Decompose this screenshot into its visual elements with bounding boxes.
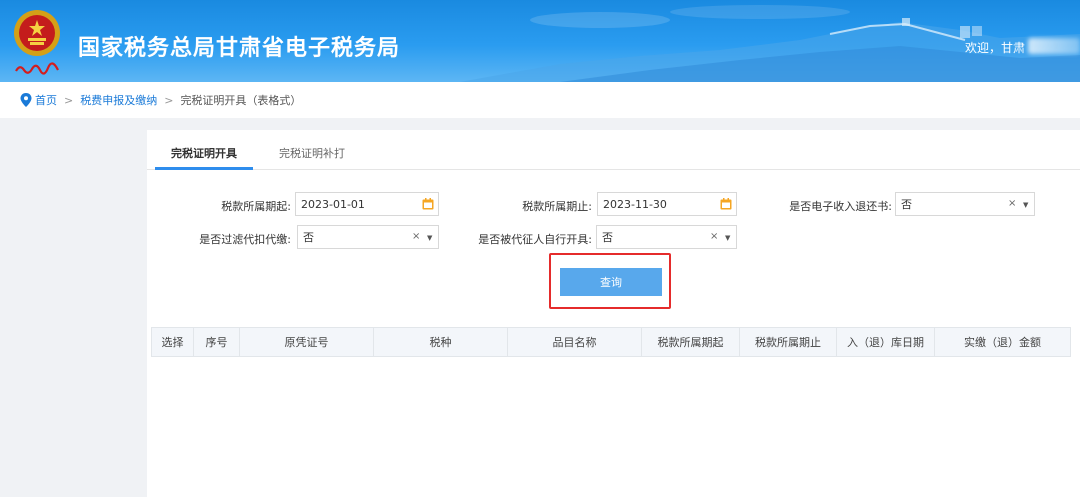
- period-start-input[interactable]: 2023-01-01: [295, 192, 439, 216]
- result-table-header: 选择 序号 原凭证号 税种 品目名称 税款所属期起 税款所属期止 入（退）库日期…: [151, 327, 1071, 357]
- breadcrumb-separator: >: [64, 93, 74, 107]
- column-header-amount: 实缴（退）金额: [964, 336, 1041, 349]
- location-pin-icon: [20, 93, 32, 107]
- agent-issue-label: 是否被代征人自行开具:: [478, 233, 592, 246]
- column-header-storage-date: 入（退）库日期: [837, 328, 935, 356]
- tax-emblem-icon: [14, 10, 60, 56]
- username-redacted: [1028, 38, 1080, 54]
- filter-withhold-select[interactable]: 否 × ▼: [297, 225, 439, 249]
- breadcrumb-current: 完税证明开具（表格式）: [180, 94, 302, 107]
- tab-certificate-issue[interactable]: 完税证明开具: [171, 145, 237, 161]
- period-start-value: 2023-01-01: [301, 197, 365, 211]
- filter-withhold-value: 否: [303, 231, 314, 244]
- column-header-period-end: 税款所属期止: [740, 328, 837, 356]
- site-header: 国家税务总局甘肃省电子税务局 欢迎，甘肃: [0, 0, 1080, 82]
- column-header-voucher-no: 原凭证号: [240, 328, 374, 356]
- column-header-item-name: 品目名称: [508, 328, 642, 356]
- tab-certificate-reprint[interactable]: 完税证明补打: [279, 145, 345, 161]
- main-panel: 完税证明开具 完税证明补打 税款所属期起: 2023-01-01 税款所属期止:…: [147, 130, 1080, 497]
- agent-issue-select[interactable]: 否 × ▼: [596, 225, 737, 249]
- calendar-icon[interactable]: [422, 198, 434, 210]
- breadcrumb-tax-filing-link[interactable]: 税费申报及缴纳: [80, 92, 157, 108]
- filter-withhold-label: 是否过滤代扣代缴:: [199, 233, 291, 246]
- tax-logo-caption: [15, 62, 59, 75]
- e-refund-select[interactable]: 否 × ▼: [895, 192, 1035, 216]
- period-start-label: 税款所属期起:: [221, 200, 291, 213]
- query-button[interactable]: 查询: [560, 268, 662, 296]
- period-end-value: 2023-11-30: [603, 197, 667, 211]
- column-header-period-start: 税款所属期起: [642, 328, 740, 356]
- column-header-select: 选择: [152, 328, 194, 356]
- chevron-down-icon[interactable]: ▼: [1023, 201, 1028, 209]
- period-end-input[interactable]: 2023-11-30: [597, 192, 737, 216]
- calendar-icon[interactable]: [720, 198, 732, 210]
- e-refund-label: 是否电子收入退还书:: [789, 200, 892, 213]
- e-refund-value: 否: [901, 198, 912, 211]
- agent-issue-value: 否: [602, 231, 613, 244]
- breadcrumb: 首页 > 税费申报及缴纳 > 完税证明开具（表格式）: [0, 82, 1080, 118]
- column-header-tax-type: 税种: [374, 328, 508, 356]
- breadcrumb-home-link[interactable]: 首页: [35, 92, 57, 108]
- clear-icon[interactable]: ×: [710, 231, 718, 242]
- chevron-down-icon[interactable]: ▼: [725, 234, 730, 242]
- breadcrumb-separator: >: [164, 93, 174, 107]
- tab-bar: 完税证明开具 完税证明补打: [147, 130, 1080, 170]
- welcome-text: 欢迎，甘肃: [965, 41, 1026, 55]
- period-end-label: 税款所属期止:: [522, 200, 592, 213]
- chevron-down-icon[interactable]: ▼: [427, 234, 432, 242]
- clear-icon[interactable]: ×: [1008, 198, 1016, 209]
- clear-icon[interactable]: ×: [412, 231, 420, 242]
- column-header-seq: 序号: [194, 328, 240, 356]
- site-title: 国家税务总局甘肃省电子税务局: [78, 36, 401, 61]
- active-tab-indicator: [155, 167, 253, 170]
